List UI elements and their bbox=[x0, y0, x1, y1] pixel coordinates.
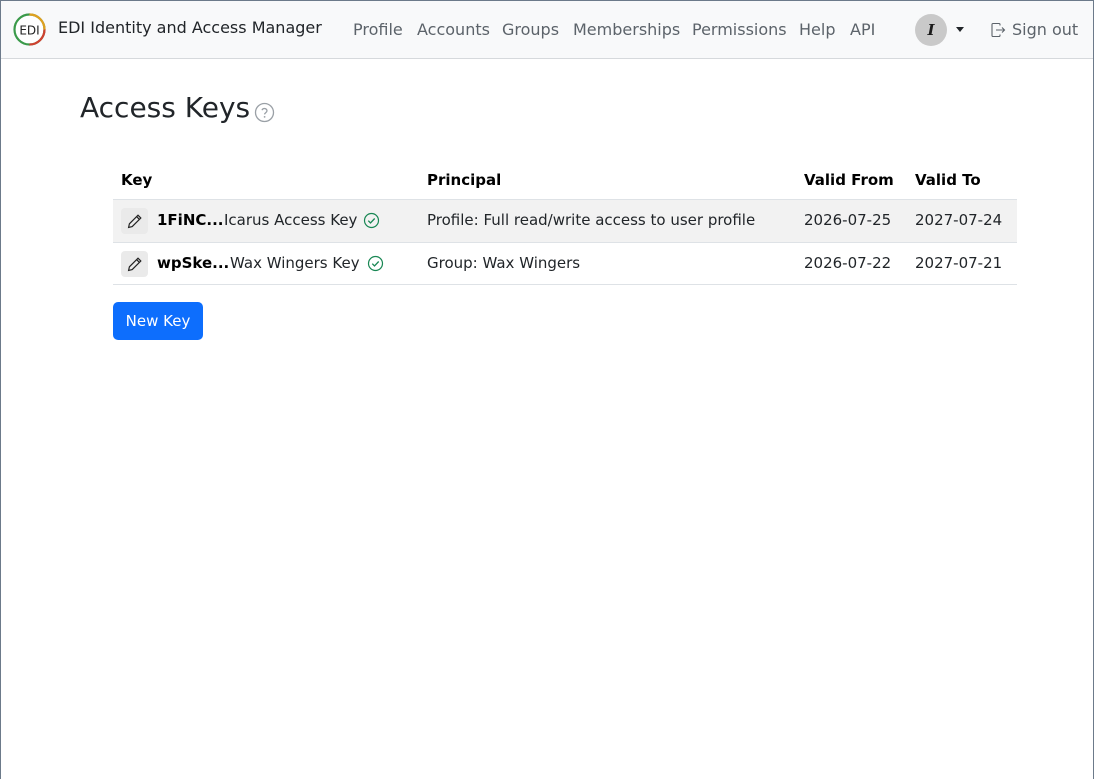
svg-text:EDI: EDI bbox=[19, 24, 39, 38]
column-header-key: Key bbox=[121, 171, 153, 189]
sign-out-label: Sign out bbox=[1012, 20, 1079, 39]
key-id[interactable]: wpSke... bbox=[157, 254, 229, 272]
column-header-valid-to: Valid To bbox=[915, 171, 981, 189]
sign-out-icon bbox=[991, 22, 1006, 38]
key-name: Wax Wingers Key bbox=[230, 254, 360, 272]
key-principal: Profile: Full read/write access to user … bbox=[427, 211, 756, 229]
key-principal: Group: Wax Wingers bbox=[427, 254, 581, 272]
edit-key-button[interactable] bbox=[121, 251, 148, 277]
user-menu-chevron-down-icon[interactable] bbox=[956, 27, 964, 32]
nav-groups[interactable]: Groups bbox=[502, 20, 559, 39]
nav-profile[interactable]: Profile bbox=[353, 20, 403, 39]
check-circle-icon bbox=[367, 255, 384, 272]
pencil-icon bbox=[127, 257, 142, 272]
edit-key-button[interactable] bbox=[121, 208, 148, 234]
nav-api[interactable]: API bbox=[850, 20, 875, 39]
column-header-valid-from: Valid From bbox=[804, 171, 894, 189]
top-navbar: EDI EDI Identity and Access Manager Prof… bbox=[1, 1, 1093, 59]
page-title: Access Keys bbox=[80, 91, 251, 124]
edi-logo-icon[interactable]: EDI bbox=[13, 13, 46, 46]
key-name: Icarus Access Key bbox=[224, 211, 358, 229]
key-valid-to: 2027-07-21 bbox=[915, 254, 1003, 272]
nav-accounts[interactable]: Accounts bbox=[417, 20, 490, 39]
app-title[interactable]: EDI Identity and Access Manager bbox=[58, 18, 322, 37]
nav-help[interactable]: Help bbox=[799, 20, 835, 39]
question-circle-icon[interactable] bbox=[254, 102, 275, 123]
new-key-button[interactable]: New Key bbox=[113, 302, 203, 340]
pencil-icon bbox=[127, 214, 142, 229]
nav-memberships[interactable]: Memberships bbox=[573, 20, 680, 39]
column-header-principal: Principal bbox=[427, 171, 502, 189]
key-valid-from: 2026-07-25 bbox=[804, 211, 892, 229]
key-valid-from: 2026-07-22 bbox=[804, 254, 892, 272]
user-avatar[interactable]: I bbox=[915, 14, 947, 46]
app-window: EDI EDI Identity and Access Manager Prof… bbox=[0, 0, 1094, 779]
key-valid-to: 2027-07-24 bbox=[915, 211, 1003, 229]
nav-permissions[interactable]: Permissions bbox=[692, 20, 787, 39]
key-id[interactable]: 1FiNC... bbox=[157, 211, 223, 229]
check-circle-icon bbox=[363, 212, 380, 229]
table-row: wpSke... Wax Wingers Key Group: Wax Wing… bbox=[113, 242, 1017, 285]
table-row: 1FiNC... Icarus Access Key Profile: Full… bbox=[113, 199, 1017, 242]
